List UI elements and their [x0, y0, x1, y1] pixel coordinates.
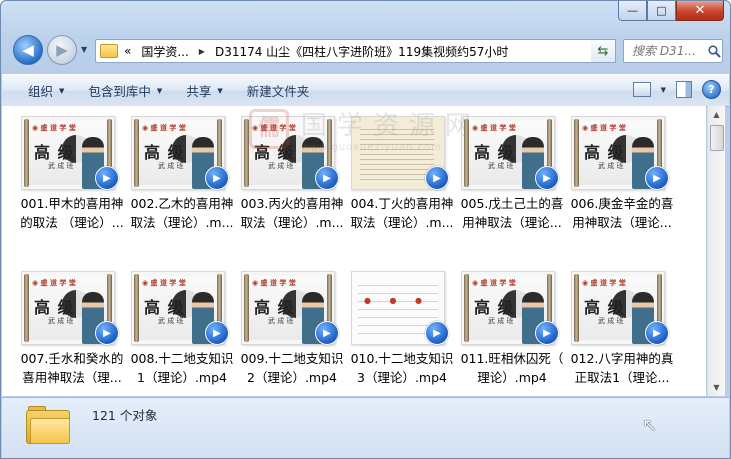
video-player-badge-icon: ▶: [95, 166, 119, 190]
file-name-line2: 正取法1（理论...: [574, 370, 670, 385]
file-name-line2: 2（理论）.mp4: [247, 370, 337, 385]
file-name-line2: 3（理论）.mp4: [357, 370, 447, 385]
item-count: 121 个对象: [92, 408, 158, 423]
file-name-line1: 011.旺相休囚死（: [460, 351, 564, 366]
vertical-scrollbar[interactable]: ▲ ▼: [707, 106, 725, 396]
video-player-badge-icon: ▶: [315, 166, 339, 190]
file-name: 004.丁火的喜用神 取法（理论）.m...: [348, 194, 456, 232]
file-name: 007.壬水和癸水的 喜用神取法（理...: [18, 349, 126, 387]
file-name: 005.戊土己土的喜 用神取法（理论...: [458, 194, 566, 232]
video-player-badge-icon: ▶: [205, 321, 229, 345]
back-arrow-icon: ◀: [22, 41, 34, 59]
file-name: 002.乙木的喜用神 取法（理论）.m...: [128, 194, 236, 232]
file-name-line2: 用神取法（理论...: [572, 215, 672, 230]
search-icon[interactable]: [708, 44, 721, 58]
help-icon[interactable]: ?: [702, 80, 721, 99]
file-name: 012.八字用神的真 正取法1（理论...: [568, 349, 676, 387]
explorer-window: — □ ✕ ◀ ▶ ▼ « 国学资... ▶ D31174 山尘《四柱八字进阶班…: [0, 0, 731, 459]
search-input[interactable]: [630, 43, 708, 59]
breadcrumb-separator-icon[interactable]: ▶: [199, 47, 205, 56]
video-player-badge-icon: ▶: [425, 166, 449, 190]
file-list: ◉ 盛 道 学 堂高 级武 成 班 ▶ 001.甲木的喜用神 的取法 （理论）... ◉…: [2, 106, 706, 396]
back-button[interactable]: ◀: [13, 35, 43, 65]
refresh-icon: ⇆: [597, 43, 609, 59]
folder-icon: [26, 406, 70, 444]
file-name: 011.旺相休囚死（ 理论）.mp4: [458, 349, 566, 387]
share-label: 共享: [186, 84, 212, 99]
file-name-line2: 1（理论）.mp4: [137, 370, 227, 385]
file-name-line2: 取法（理论）.m...: [240, 215, 344, 230]
view-options-dropdown[interactable]: ▼: [661, 86, 666, 94]
video-player-badge-icon: ▶: [535, 321, 559, 345]
file-name-line1: 001.甲木的喜用神: [20, 196, 124, 211]
maximize-button[interactable]: □: [647, 1, 676, 21]
file-name-line2: 理论）.mp4: [477, 370, 547, 385]
folder-icon: [100, 44, 118, 58]
video-player-badge-icon: ▶: [95, 321, 119, 345]
chevron-down-icon: ▼: [156, 86, 163, 95]
file-name-line1: 006.庚金辛金的喜: [570, 196, 674, 211]
refresh-button[interactable]: ⇆: [591, 39, 616, 63]
breadcrumb-item-guoxue[interactable]: 国学资...: [141, 43, 188, 60]
file-name-line1: 009.十二地支知识: [240, 351, 344, 366]
mouse-cursor-icon: ↖: [642, 415, 658, 436]
video-player-badge-icon: ▶: [645, 321, 669, 345]
file-name-line2: 喜用神取法（理...: [22, 370, 122, 385]
navigation-bar: ◀ ▶ ▼ « 国学资... ▶ D31174 山尘《四柱八字进阶班》119集视…: [1, 31, 730, 69]
file-name-line2: 取法（理论）.m...: [130, 215, 234, 230]
video-player-badge-icon: ▶: [205, 166, 229, 190]
forward-arrow-icon: ▶: [56, 41, 68, 59]
address-bar[interactable]: « 国学资... ▶ D31174 山尘《四柱八字进阶班》119集视频约57小时…: [95, 39, 615, 63]
minimize-button[interactable]: —: [618, 1, 647, 21]
preview-pane-icon[interactable]: [676, 81, 692, 98]
caption-buttons: — □ ✕: [618, 1, 724, 21]
file-name-line1: 007.壬水和癸水的: [20, 351, 124, 366]
file-name-line1: 005.戊土己土的喜: [460, 196, 564, 211]
file-name: 009.十二地支知识 2（理论）.mp4: [238, 349, 346, 387]
scroll-down-icon[interactable]: ▼: [708, 379, 725, 396]
breadcrumb-overflow[interactable]: «: [124, 44, 131, 58]
breadcrumb-item-current-folder[interactable]: D31174 山尘《四柱八字进阶班》119集视频约57小时: [215, 43, 508, 60]
search-box[interactable]: [623, 39, 723, 63]
chevron-down-icon: ▼: [217, 86, 223, 95]
video-player-badge-icon: ▶: [425, 321, 449, 345]
new-folder-label: 新建文件夹: [246, 84, 310, 99]
file-name-line1: 002.乙木的喜用神: [130, 196, 234, 211]
file-name-line1: 012.八字用神的真: [570, 351, 674, 366]
video-player-badge-icon: ▶: [315, 321, 339, 345]
chevron-down-icon: ▼: [59, 86, 65, 95]
recent-pages-dropdown[interactable]: ▼: [81, 45, 87, 54]
file-name: 003.丙火的喜用神 取法（理论）.m...: [238, 194, 346, 232]
file-name: 001.甲木的喜用神 的取法 （理论）...: [18, 194, 126, 232]
include-label: 包含到库中: [88, 84, 151, 99]
file-name-line1: 003.丙火的喜用神: [240, 196, 344, 211]
video-player-badge-icon: ▶: [535, 166, 559, 190]
command-bar: 组织 ▼ 包含到库中 ▼ 共享 ▼ 新建文件夹 ▼ ?: [2, 74, 729, 107]
file-name-line1: 004.丁火的喜用神: [350, 196, 454, 211]
share-menu[interactable]: 共享 ▼: [174, 75, 234, 106]
file-name: 010.十二地支知识 3（理论）.mp4: [348, 349, 456, 387]
file-name: 008.十二地支知识 1（理论）.mp4: [128, 349, 236, 387]
change-view-icon[interactable]: [632, 82, 651, 97]
close-button[interactable]: ✕: [676, 1, 724, 21]
video-player-badge-icon: ▶: [645, 166, 669, 190]
file-name: 006.庚金辛金的喜 用神取法（理论...: [568, 194, 676, 232]
organize-label: 组织: [28, 84, 54, 99]
file-name-line1: 010.十二地支知识: [350, 351, 454, 366]
scroll-up-icon[interactable]: ▲: [708, 106, 725, 123]
file-name-line2: 取法（理论）.m...: [350, 215, 454, 230]
file-name-line2: 用神取法（理论...: [462, 215, 562, 230]
forward-button[interactable]: ▶: [47, 35, 77, 65]
file-name-line2: 的取法 （理论）...: [20, 215, 124, 230]
scrollbar-thumb[interactable]: [710, 125, 724, 151]
include-in-library-menu[interactable]: 包含到库中 ▼: [76, 75, 174, 106]
file-name-line1: 008.十二地支知识: [130, 351, 234, 366]
organize-menu[interactable]: 组织 ▼: [16, 75, 76, 106]
new-folder-button[interactable]: 新建文件夹: [235, 75, 322, 106]
view-tools: ▼ ?: [632, 80, 721, 99]
details-pane: 121 个对象: [2, 397, 729, 458]
